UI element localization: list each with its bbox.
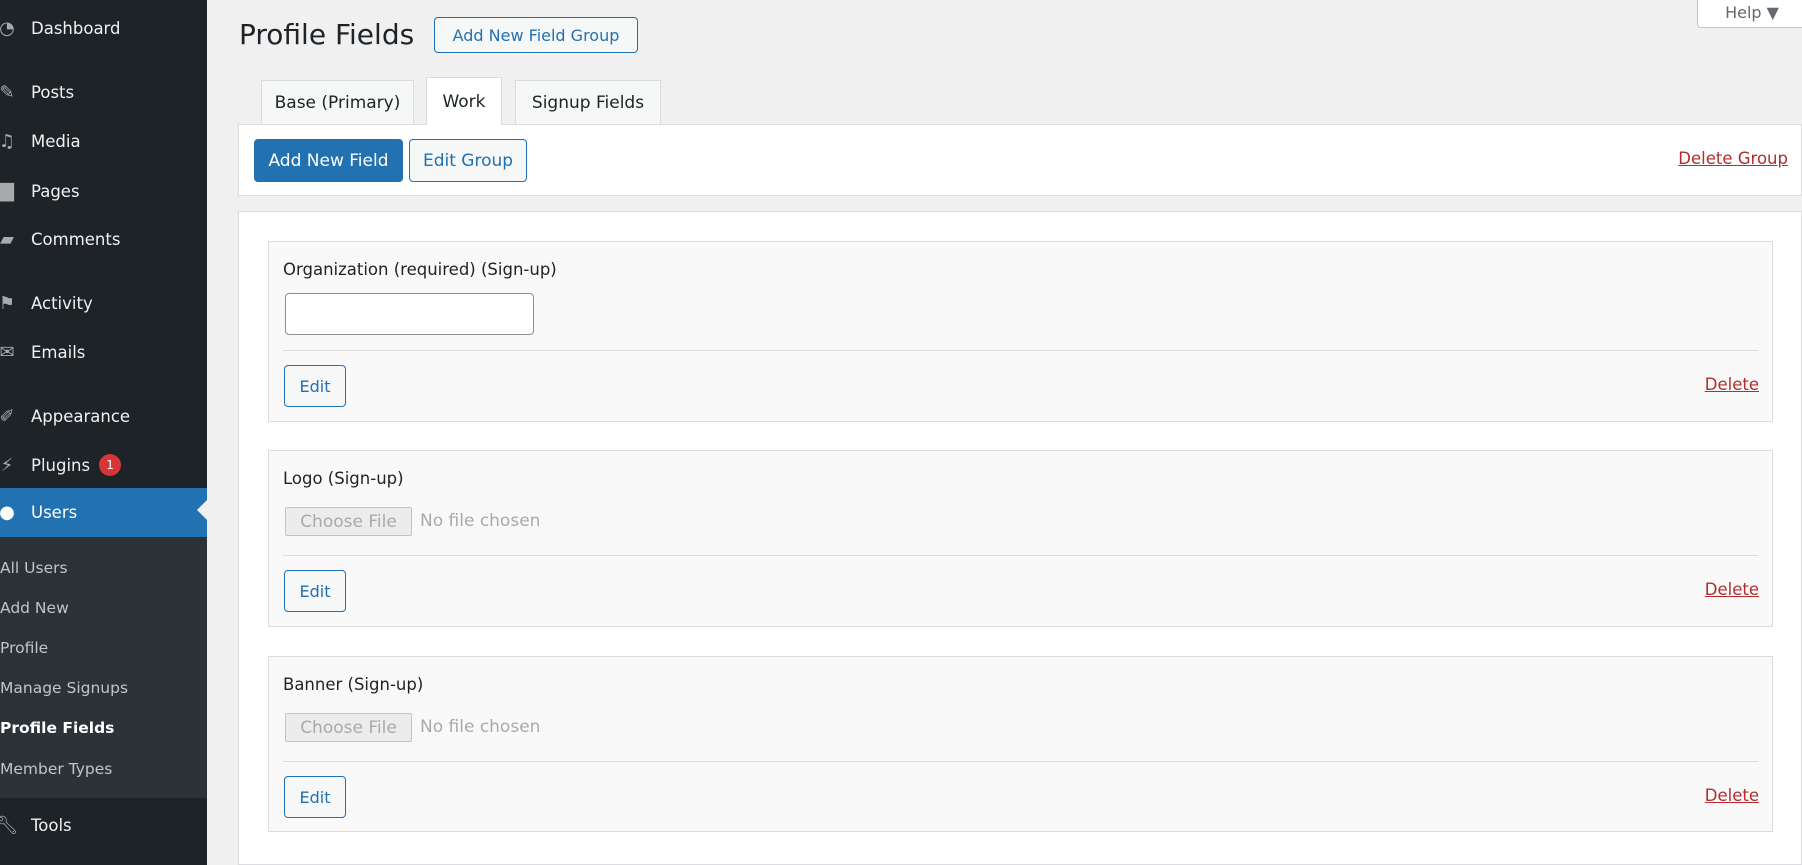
field-label: Logo (Sign-up) — [283, 469, 404, 488]
sidebar-item-appearance[interactable]: ✐ Appearance — [0, 394, 207, 438]
organization-input[interactable] — [285, 293, 534, 335]
page-title: Profile Fields — [239, 18, 415, 51]
sidebar-item-media[interactable]: ♫ Media — [0, 119, 207, 163]
sidebar-item-pages[interactable]: ▇ Pages — [0, 169, 207, 213]
current-arrow — [197, 500, 207, 520]
sidebar-item-plugins[interactable]: ⚡ Plugins 1 — [0, 443, 207, 487]
submenu-member-types[interactable]: Member Types — [0, 754, 112, 784]
admin-sidebar: ◔ Dashboard ✎ Posts ♫ Media ▇ Pages ▰ Comment… — [0, 0, 207, 865]
activity-icon: ⚑ — [0, 292, 16, 314]
field-label: Organization (required) (Sign-up) — [283, 260, 557, 279]
choose-file-button[interactable]: Choose File — [285, 713, 412, 742]
file-status: No file chosen — [420, 717, 541, 737]
brush-icon: ✐ — [0, 405, 15, 427]
field-item: Banner (Sign-up) Choose File No file cho… — [268, 656, 1773, 832]
edit-group-button[interactable]: Edit Group — [409, 139, 527, 182]
page-icon: ▇ — [0, 180, 14, 202]
field-item: Logo (Sign-up) Choose File No file chose… — [268, 450, 1773, 627]
pin-icon: ✎ — [0, 81, 15, 103]
plugin-icon: ⚡ — [0, 454, 14, 476]
comment-icon: ▰ — [0, 228, 14, 250]
divider — [283, 350, 1758, 351]
field-item: Organization (required) (Sign-up) Edit D… — [268, 241, 1773, 422]
email-icon: ✉ — [0, 341, 15, 363]
update-count-badge: 1 — [99, 454, 122, 476]
help-button[interactable]: Help ▼ — [1697, 0, 1802, 28]
field-label: Banner (Sign-up) — [283, 675, 424, 694]
wrench-icon: 🔧︎ — [0, 814, 19, 836]
tab-work[interactable]: Work — [426, 77, 502, 125]
sidebar-item-posts[interactable]: ✎ Posts — [0, 70, 207, 114]
sidebar-item-activity[interactable]: ⚑ Activity — [0, 281, 207, 325]
submenu-add-new[interactable]: Add New — [0, 593, 69, 623]
sidebar-item-dashboard[interactable]: ◔ Dashboard — [0, 6, 207, 50]
file-status: No file chosen — [420, 511, 541, 531]
add-new-field-button[interactable]: Add New Field — [254, 139, 403, 182]
delete-field-link[interactable]: Delete — [1705, 786, 1759, 805]
tab-signup-fields[interactable]: Signup Fields — [515, 80, 661, 124]
edit-field-button[interactable]: Edit — [284, 365, 346, 407]
delete-field-link[interactable]: Delete — [1705, 580, 1759, 599]
sidebar-item-tools[interactable]: 🔧︎ Tools — [0, 803, 207, 847]
divider — [283, 761, 1758, 762]
choose-file-button[interactable]: Choose File — [285, 507, 412, 536]
submenu-manage-signups[interactable]: Manage Signups — [0, 673, 128, 703]
delete-field-link[interactable]: Delete — [1705, 375, 1759, 394]
edit-field-button[interactable]: Edit — [284, 570, 346, 612]
divider — [283, 555, 1758, 556]
submenu-all-users[interactable]: All Users — [0, 553, 68, 583]
tab-base-primary[interactable]: Base (Primary) — [261, 80, 414, 124]
dashboard-icon: ◔ — [0, 17, 15, 39]
sidebar-item-emails[interactable]: ✉ Emails — [0, 330, 207, 374]
submenu-profile[interactable]: Profile — [0, 633, 48, 663]
delete-group-link[interactable]: Delete Group — [1678, 149, 1788, 168]
user-icon: ● — [0, 502, 15, 523]
sidebar-item-comments[interactable]: ▰ Comments — [0, 217, 207, 261]
add-field-group-button[interactable]: Add New Field Group — [434, 17, 638, 53]
media-icon: ♫ — [0, 130, 16, 152]
submenu-profile-fields[interactable]: Profile Fields — [0, 713, 114, 743]
users-submenu: All Users Add New Profile Manage Signups… — [0, 537, 207, 798]
sidebar-item-users[interactable]: ● Users — [0, 488, 207, 537]
edit-field-button[interactable]: Edit — [284, 776, 346, 818]
